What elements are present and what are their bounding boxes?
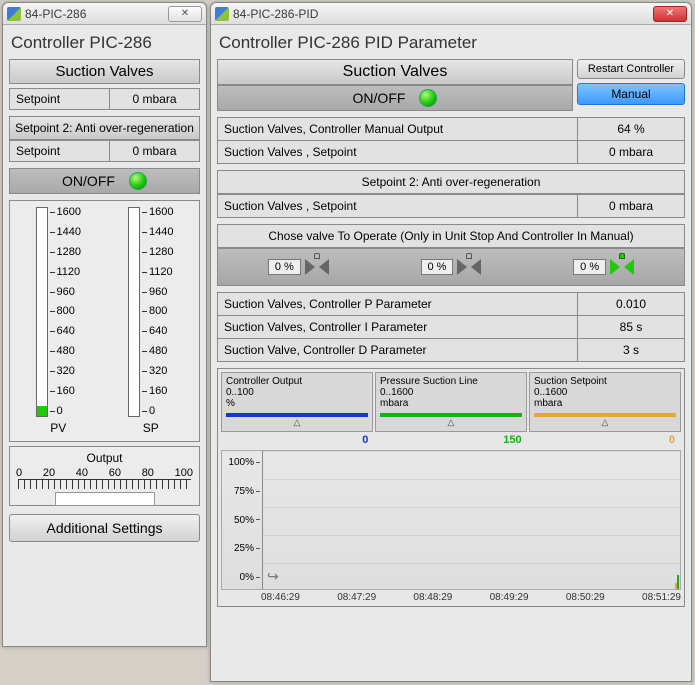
window-pid: 84-PIC-286-PID ✕ Controller PIC-286 PID … xyxy=(210,2,692,682)
valve-1-pct: 0 % xyxy=(268,259,301,275)
valve-3[interactable]: 0 % xyxy=(573,257,634,277)
onoff-toggle[interactable]: ON/OFF xyxy=(217,85,573,111)
pv-bar xyxy=(36,207,48,417)
chart-nav-icon[interactable]: ↪ xyxy=(267,568,279,585)
pv-label: PV xyxy=(50,421,66,435)
pid-param-row: Suction Valves, Controller I Parameter85… xyxy=(217,316,685,339)
group-suction-valves: Suction Valves xyxy=(9,59,200,84)
manual-output-row: Suction Valves , Setpoint0 mbara xyxy=(217,141,685,164)
output-ruler xyxy=(18,479,191,489)
pid-param-label: Suction Valves, Controller I Parameter xyxy=(217,316,577,339)
output-panel: Output 020406080100 xyxy=(9,446,200,506)
onoff-label: ON/OFF xyxy=(62,173,115,189)
pid-param-value[interactable]: 3 s xyxy=(577,339,685,362)
pid-param-value[interactable]: 0.010 xyxy=(577,292,685,316)
group-setpoint2: Setpoint 2: Anti over-regeneration xyxy=(217,170,685,194)
close-button[interactable]: ✕ xyxy=(168,6,202,22)
valve-bar: 0 % 0 % 0 % xyxy=(217,248,685,286)
sp-gauge: 16001440128011209608006404803201600 SP xyxy=(128,207,173,435)
valve-3-pct: 0 % xyxy=(573,259,606,275)
onoff-toggle[interactable]: ON/OFF xyxy=(9,168,200,194)
legend-value: 0 xyxy=(221,434,374,446)
manual-output-row: Suction Valves, Controller Manual Output… xyxy=(217,117,685,141)
valve-icon xyxy=(457,257,481,277)
legend-item[interactable]: Controller Output0..100%△ xyxy=(221,372,373,432)
close-button[interactable]: ✕ xyxy=(653,6,687,22)
valve-2-pct: 0 % xyxy=(421,259,454,275)
group-setpoint2: Setpoint 2: Anti over-regeneration xyxy=(9,116,200,140)
legend-value: 0 xyxy=(528,434,681,446)
pid-param-row: Suction Valve, Controller D Parameter3 s xyxy=(217,339,685,362)
setpoint2-label: Setpoint xyxy=(10,141,109,161)
manual-button[interactable]: Manual xyxy=(577,83,685,105)
sp-bar xyxy=(128,207,140,417)
pid-param-row: Suction Valves, Controller P Parameter0.… xyxy=(217,292,685,316)
valve-icon xyxy=(610,257,634,277)
series-spike-orange xyxy=(675,583,677,589)
valve-2[interactable]: 0 % xyxy=(421,257,482,277)
manual-output-label: Suction Valves, Controller Manual Output xyxy=(217,117,577,141)
legend-value: 150 xyxy=(374,434,527,446)
manual-output-label: Suction Valves , Setpoint xyxy=(217,141,577,164)
valve-1[interactable]: 0 % xyxy=(268,257,329,277)
valve-icon xyxy=(305,257,329,277)
chose-valve-label: Chose valve To Operate (Only in Unit Sto… xyxy=(217,224,685,248)
series-spike-green xyxy=(677,575,679,589)
titlebar-right[interactable]: 84-PIC-286-PID ✕ xyxy=(211,3,691,25)
status-led-icon xyxy=(419,89,437,107)
titlebar-left[interactable]: 84-PIC-286 ✕ xyxy=(3,3,206,25)
legend-item[interactable]: Suction Setpoint0..1600mbara△ xyxy=(529,372,681,432)
onoff-label: ON/OFF xyxy=(353,90,406,106)
heading: Controller PIC-286 PID Parameter xyxy=(217,31,685,59)
trend-panel: Controller Output0..100%△Pressure Suctio… xyxy=(217,368,685,607)
sp2-row: Suction Valves , Setpoint0 mbara xyxy=(217,194,685,218)
window-title: 84-PIC-286 xyxy=(25,7,160,21)
app-icon xyxy=(215,7,229,21)
output-value-field[interactable] xyxy=(55,492,155,506)
group-suction-valves: Suction Valves xyxy=(217,59,573,85)
trend-chart[interactable]: 100%75%50%25%0% ↪ xyxy=(221,450,681,590)
pid-param-label: Suction Valves, Controller P Parameter xyxy=(217,292,577,316)
app-icon xyxy=(7,7,21,21)
output-label: Output xyxy=(14,451,195,465)
pv-gauge: 16001440128011209608006404803201600 PV xyxy=(36,207,81,435)
window-controller: 84-PIC-286 ✕ Controller PIC-286 Suction … xyxy=(2,2,207,647)
setpoint-label: Setpoint xyxy=(10,89,109,109)
window-title: 84-PIC-286-PID xyxy=(233,7,645,21)
setpoint2-value[interactable]: 0 mbara xyxy=(109,141,199,161)
sp2-label: Suction Valves , Setpoint xyxy=(217,194,577,218)
sp2-value[interactable]: 0 mbara xyxy=(577,194,685,218)
additional-settings-button[interactable]: Additional Settings xyxy=(9,514,200,542)
pid-param-value[interactable]: 85 s xyxy=(577,316,685,339)
gauges-panel: 16001440128011209608006404803201600 PV 1… xyxy=(9,200,200,442)
heading: Controller PIC-286 xyxy=(9,31,200,59)
status-led-icon xyxy=(129,172,147,190)
restart-controller-button[interactable]: Restart Controller xyxy=(577,59,685,79)
sp-label: SP xyxy=(143,421,159,435)
pid-param-label: Suction Valve, Controller D Parameter xyxy=(217,339,577,362)
setpoint-value[interactable]: 0 mbara xyxy=(109,89,199,109)
manual-output-value[interactable]: 0 mbara xyxy=(577,141,685,164)
legend-item[interactable]: Pressure Suction Line0..1600mbara△ xyxy=(375,372,527,432)
manual-output-value[interactable]: 64 % xyxy=(577,117,685,141)
